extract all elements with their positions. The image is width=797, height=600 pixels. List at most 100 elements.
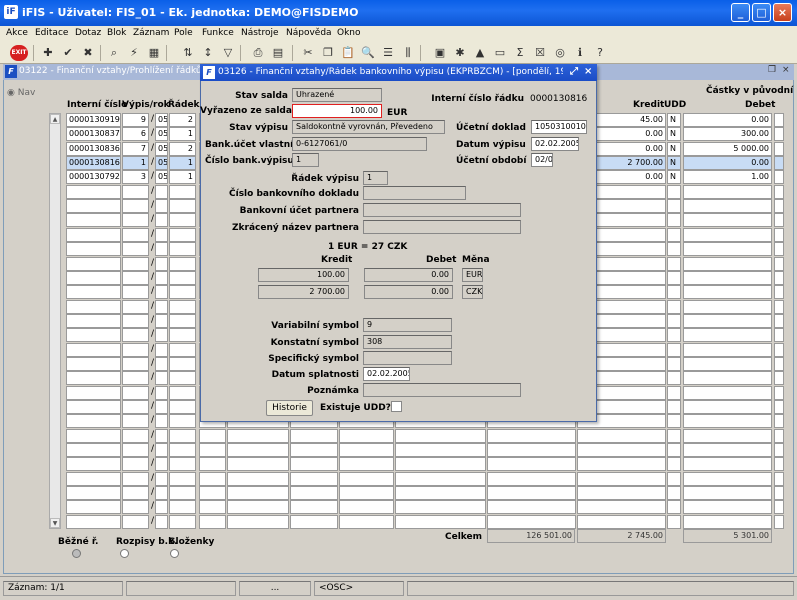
grid-cell[interactable] xyxy=(774,199,784,214)
grid-cell[interactable] xyxy=(487,514,576,529)
grid-cell[interactable] xyxy=(169,313,196,328)
grid-cell[interactable] xyxy=(155,242,168,257)
grid-cell[interactable]: 1 xyxy=(169,156,196,171)
grid-cell[interactable] xyxy=(66,457,121,472)
filter-icon[interactable]: ▽ xyxy=(220,45,236,61)
grid-cell[interactable] xyxy=(774,184,784,199)
grid-cell[interactable] xyxy=(66,328,121,343)
grid-cell[interactable]: 1 xyxy=(169,127,196,142)
menu-funkce[interactable]: Funkce xyxy=(202,28,234,38)
grid-cell[interactable] xyxy=(667,471,681,486)
print-icon[interactable]: ⎙ xyxy=(250,45,266,61)
grid-cell[interactable] xyxy=(577,443,666,458)
grid-cell[interactable] xyxy=(122,400,149,414)
grid-cell[interactable] xyxy=(667,242,681,257)
grid-cell[interactable] xyxy=(169,270,196,285)
web-icon[interactable]: ◎ xyxy=(552,45,568,61)
grid-cell[interactable] xyxy=(155,514,168,529)
grid-cell[interactable] xyxy=(227,514,289,529)
grid-cell[interactable] xyxy=(774,414,784,429)
grid-cell[interactable] xyxy=(774,500,784,515)
grid-cell[interactable]: N xyxy=(667,127,681,142)
grid-cell[interactable] xyxy=(774,443,784,458)
grid-cell[interactable] xyxy=(683,471,772,486)
grid-cell[interactable] xyxy=(577,428,666,443)
grid-cell[interactable] xyxy=(774,342,784,357)
grid-cell[interactable] xyxy=(227,457,289,472)
grid-cell[interactable] xyxy=(169,356,196,371)
grid-cell[interactable] xyxy=(290,514,338,529)
amt-kredit-1[interactable]: 100.00 xyxy=(258,268,349,282)
grid-cell[interactable] xyxy=(339,486,394,501)
grid-cell[interactable] xyxy=(66,414,121,429)
grid-cell[interactable] xyxy=(155,486,168,501)
grid-cell[interactable] xyxy=(169,342,196,357)
sort-icon[interactable]: ⇅ xyxy=(180,45,196,61)
grid-cell[interactable] xyxy=(667,356,681,371)
amt-kredit-2[interactable]: 2 700.00 xyxy=(258,285,349,299)
grid-cell[interactable] xyxy=(199,443,226,458)
grid-cell[interactable] xyxy=(683,313,772,328)
grid-cell[interactable] xyxy=(122,385,149,400)
tools-icon[interactable]: ✱ xyxy=(452,45,468,61)
grid-cell[interactable]: 0.00 xyxy=(683,113,772,127)
grid-cell[interactable] xyxy=(122,199,149,214)
grid-cell[interactable] xyxy=(199,486,226,501)
grid-cell[interactable] xyxy=(169,256,196,271)
grid-cell[interactable] xyxy=(774,242,784,257)
grid-cell[interactable] xyxy=(683,371,772,386)
menu-blok[interactable]: Blok xyxy=(107,28,126,38)
grid-cell[interactable] xyxy=(683,356,772,371)
grid-cell[interactable] xyxy=(66,242,121,257)
grid-cell[interactable] xyxy=(199,500,226,515)
grid-cell[interactable] xyxy=(155,443,168,458)
grid-cell[interactable] xyxy=(66,400,121,414)
grid-cell[interactable] xyxy=(122,285,149,300)
grid-cell[interactable] xyxy=(155,385,168,400)
poznamka-field[interactable] xyxy=(363,383,521,397)
sum-icon[interactable]: Σ xyxy=(512,45,528,61)
grid-cell[interactable] xyxy=(683,428,772,443)
grid-cell[interactable] xyxy=(667,270,681,285)
grid-cell[interactable] xyxy=(155,199,168,214)
grid-cell[interactable] xyxy=(227,471,289,486)
grid-cell[interactable] xyxy=(66,213,121,228)
grid-cell[interactable] xyxy=(169,184,196,199)
grid-cell[interactable] xyxy=(169,385,196,400)
save-icon[interactable]: ✔ xyxy=(60,45,76,61)
bg-restore-icon[interactable]: ❐ xyxy=(768,65,776,75)
grid-cell[interactable] xyxy=(667,227,681,242)
grid-cell[interactable]: 1.00 xyxy=(683,170,772,185)
grid-cell[interactable] xyxy=(155,328,168,343)
grid-cell[interactable] xyxy=(667,213,681,228)
grid-cell[interactable]: 0.00 xyxy=(683,156,772,171)
dialog-restore-icon[interactable]: ⤢ xyxy=(570,66,578,77)
cislo-dokladu-field[interactable] xyxy=(363,186,466,200)
grid-cell[interactable] xyxy=(122,313,149,328)
grid-cell[interactable] xyxy=(339,471,394,486)
datum-splatnosti-field[interactable]: 02.02.2005 xyxy=(363,367,410,381)
bank-partner-field[interactable] xyxy=(363,203,521,217)
grid-cell[interactable] xyxy=(155,213,168,228)
grid-cell[interactable] xyxy=(774,227,784,242)
grid-cell[interactable] xyxy=(395,428,486,443)
columns-icon[interactable]: ⫼ xyxy=(400,45,416,61)
grid-cell[interactable] xyxy=(487,428,576,443)
query-enter-icon[interactable]: ⌕ xyxy=(106,45,122,61)
scroll-down-icon[interactable]: ▼ xyxy=(50,518,60,528)
grid-cell[interactable] xyxy=(227,428,289,443)
grid-cell[interactable] xyxy=(290,500,338,515)
grid-cell[interactable] xyxy=(667,342,681,357)
minimize-button[interactable]: _ xyxy=(731,3,750,22)
help-icon[interactable]: ? xyxy=(592,45,608,61)
grid-cell[interactable] xyxy=(774,170,784,185)
grid-cell[interactable] xyxy=(66,443,121,458)
grid-cell[interactable]: N xyxy=(667,156,681,171)
grid-cell[interactable] xyxy=(667,428,681,443)
grid-cell[interactable] xyxy=(487,443,576,458)
bank-ucet-field[interactable]: 0-6127061/0 xyxy=(292,137,427,151)
grid-cell[interactable]: 7 xyxy=(122,141,149,156)
grid-cell[interactable] xyxy=(122,371,149,386)
grid-cell[interactable] xyxy=(155,457,168,472)
vs-field[interactable]: 9 xyxy=(363,318,452,332)
